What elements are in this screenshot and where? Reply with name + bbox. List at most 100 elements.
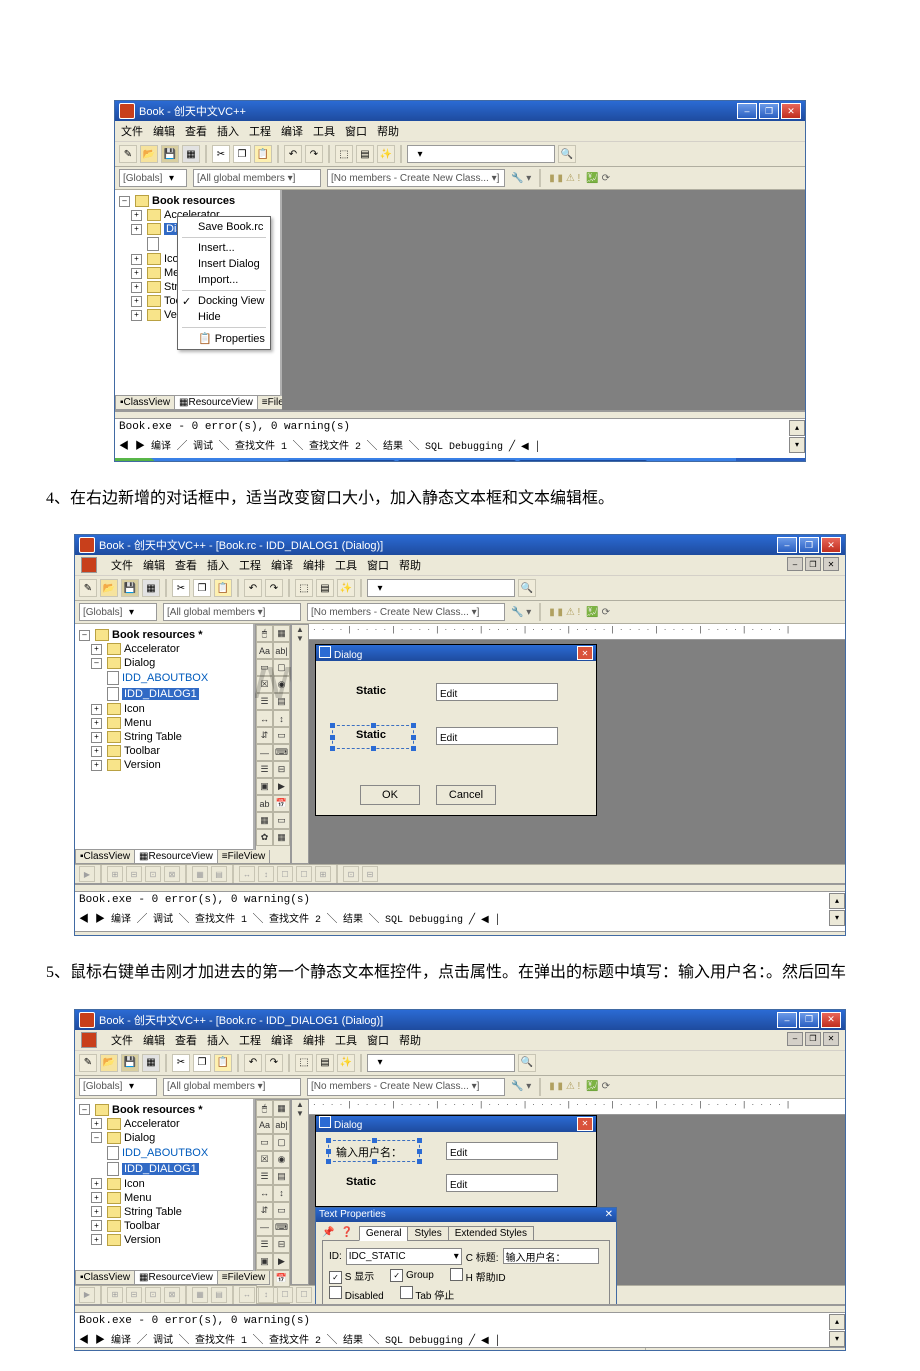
menu-file[interactable]: 文件 — [121, 123, 143, 139]
tool-combo[interactable]: ☰ — [256, 693, 273, 710]
tab-fileview[interactable]: ≡FileView — [217, 850, 270, 864]
task-item[interactable]: 我收集去的网站... — [288, 460, 395, 463]
text-properties-window[interactable]: Text Properties ✕ 📌 ❓ General Styles Ext… — [315, 1207, 617, 1314]
paste-button[interactable]: 📋 — [254, 145, 272, 163]
members-combo[interactable]: [All global members ▾] — [193, 169, 321, 187]
ctx-import[interactable]: Import... — [178, 272, 270, 288]
tool-progress[interactable]: ▭ — [273, 727, 290, 744]
output-tabs[interactable]: ◀ ▶ 编译 ╱ 调试 ╲ 查找文件 1 ╲ 查找文件 2 ╲ 结果 ╲ SQL… — [119, 437, 801, 453]
saveall-button[interactable]: ▦ — [182, 145, 200, 163]
save-button[interactable]: 💾 — [161, 145, 179, 163]
cut-button[interactable]: ✂ — [172, 579, 190, 597]
close-button[interactable]: ✕ — [821, 1012, 841, 1028]
find-button[interactable]: 🔍 — [518, 579, 536, 597]
mdi-restore[interactable]: ❐ — [805, 557, 821, 571]
tool-ip[interactable]: ▭ — [273, 812, 290, 829]
menu-edit[interactable]: 编辑 — [153, 123, 175, 139]
pushpin-icon[interactable]: 📌 — [322, 1227, 334, 1238]
start-button[interactable]: 开始 — [115, 458, 155, 462]
task-item[interactable]: 编写一个笔录的笔... — [398, 460, 515, 463]
undo-button[interactable]: ↶ — [244, 579, 262, 597]
check-help[interactable] — [450, 1268, 463, 1281]
menu-layout[interactable]: 编排 — [303, 557, 325, 573]
scope-combo[interactable]: [Globals]▾ — [79, 603, 157, 621]
find-combo[interactable]: ▾ — [407, 145, 555, 163]
menu-help[interactable]: 帮助 — [399, 557, 421, 573]
menu-window[interactable]: 窗口 — [345, 123, 367, 139]
tool-button[interactable]: ▢ — [273, 659, 290, 676]
dialog-close-icon[interactable]: ✕ — [577, 1117, 593, 1131]
task-item-active[interactable]: Book - 创天中文VC+... — [519, 460, 648, 463]
mdi-close[interactable]: ✕ — [823, 557, 839, 571]
menu-tools[interactable]: 工具 — [335, 557, 357, 573]
ctx-properties[interactable]: 📋 Properties — [178, 330, 270, 347]
new-button[interactable]: ✎ — [119, 145, 137, 163]
ctx-save[interactable]: Save Book.rc — [178, 219, 270, 235]
dialog-window[interactable]: Dialog ✕ Static Edit Static Edit OK Canc… — [315, 644, 597, 816]
output-scroll-down[interactable]: ▾ — [829, 910, 845, 926]
tool-list[interactable]: ▤ — [273, 693, 290, 710]
minimize-button[interactable]: – — [737, 103, 757, 119]
edit-box-2[interactable]: Edit — [436, 727, 558, 745]
caption-input[interactable] — [503, 1248, 599, 1264]
paste-button[interactable]: 📋 — [214, 579, 232, 597]
id-combo[interactable]: IDC_STATIC▾ — [346, 1248, 462, 1265]
tool-pointer[interactable]: 🖱 — [256, 625, 273, 642]
wizard-button[interactable]: ✨ — [337, 579, 355, 597]
tool-listctrl[interactable]: ☰ — [256, 761, 273, 778]
static-text-1[interactable]: Static — [356, 685, 386, 697]
static-text-2[interactable]: Static — [356, 729, 386, 741]
tab-classview[interactable]: ▪ClassView — [75, 850, 135, 864]
tool-edit[interactable]: ab| — [273, 642, 290, 659]
cut-button[interactable]: ✂ — [212, 145, 230, 163]
find-combo[interactable]: ▾ — [367, 579, 515, 597]
dialog-close-icon[interactable]: ✕ — [577, 646, 593, 660]
tab-general[interactable]: General — [359, 1226, 409, 1241]
output-button[interactable]: ▤ — [316, 579, 334, 597]
tool-richedit[interactable]: ab — [256, 795, 273, 812]
menu-file[interactable]: 文件 — [111, 557, 133, 573]
saveall-button[interactable]: ▦ — [142, 579, 160, 597]
redo-button[interactable]: ↷ — [265, 579, 283, 597]
tab-classview[interactable]: ▪ClassView — [115, 396, 175, 410]
edit-box-1[interactable]: Edit — [436, 683, 558, 701]
menu-view[interactable]: 查看 — [185, 123, 207, 139]
tool-hotkey[interactable]: ⌨ — [273, 744, 290, 761]
tab-styles[interactable]: Styles — [407, 1226, 448, 1241]
newclass-combo[interactable]: [No members - Create New Class... ▾] — [307, 603, 505, 621]
workspace-button[interactable]: ⬚ — [335, 145, 353, 163]
menu-edit[interactable]: 编辑 — [143, 557, 165, 573]
check-disabled[interactable] — [329, 1286, 342, 1299]
check-tab[interactable] — [400, 1286, 413, 1299]
minimize-button[interactable]: – — [777, 537, 797, 553]
dialog-editor[interactable]: · · · · | · · · · | · · · · | · · · · | … — [309, 624, 845, 864]
copy-button[interactable]: ❐ — [233, 145, 251, 163]
edit-box-1[interactable]: Edit — [446, 1142, 558, 1160]
save-button[interactable]: 💾 — [121, 579, 139, 597]
menu-build[interactable]: 编译 — [281, 123, 303, 139]
dialog-editor[interactable]: · · · · | · · · · | · · · · | · · · · | … — [309, 1099, 845, 1285]
dt-align[interactable]: ⊞ — [107, 866, 123, 882]
tree-toolbar[interactable]: +Toolbar — [77, 744, 251, 758]
output-button[interactable]: ▤ — [356, 145, 374, 163]
tree-menu[interactable]: +Menu — [77, 716, 251, 730]
workspace-button[interactable]: ⬚ — [295, 579, 313, 597]
dt-test[interactable]: ▶ — [79, 866, 95, 882]
tree-icon[interactable]: +Icon — [77, 702, 251, 716]
output-scroll-down[interactable]: ▾ — [789, 437, 805, 453]
tree-string[interactable]: +String Table — [77, 730, 251, 744]
edit-box-2[interactable]: Edit — [446, 1174, 558, 1192]
menu-window[interactable]: 窗口 — [367, 557, 389, 573]
open-button[interactable]: 📂 — [100, 579, 118, 597]
properties-close-icon[interactable]: ✕ — [605, 1209, 613, 1220]
newclass-combo[interactable]: [No members - Create New Class... ▾] — [327, 169, 505, 187]
tool-extended[interactable]: ▦ — [273, 829, 290, 846]
menu-project[interactable]: 工程 — [249, 123, 271, 139]
new-button[interactable]: ✎ — [79, 579, 97, 597]
close-button[interactable]: ✕ — [821, 537, 841, 553]
tree-aboutbox[interactable]: IDD_ABOUTBOX — [77, 670, 251, 686]
tool-tab[interactable]: ▣ — [256, 778, 273, 795]
tool-picture[interactable]: ▦ — [273, 625, 290, 642]
tool-date[interactable]: 📅 — [273, 795, 290, 812]
tree-dialog[interactable]: –Dialog — [77, 656, 251, 670]
